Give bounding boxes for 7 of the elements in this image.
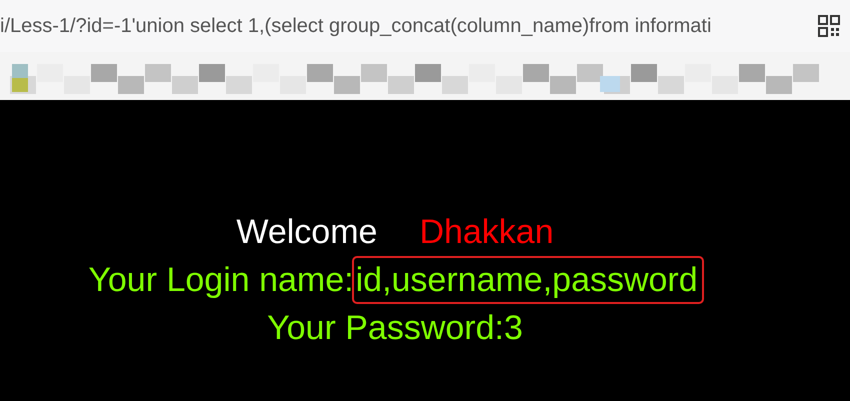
password-value: 3 [504,308,523,349]
login-value: id,username,password [354,258,702,302]
password-label: Your Password: [267,308,504,349]
qr-code-icon[interactable] [818,15,840,37]
user-name: Dhakkan [419,212,554,253]
welcome-text: Welcome [236,212,378,253]
login-label: Your Login name: [88,260,354,301]
